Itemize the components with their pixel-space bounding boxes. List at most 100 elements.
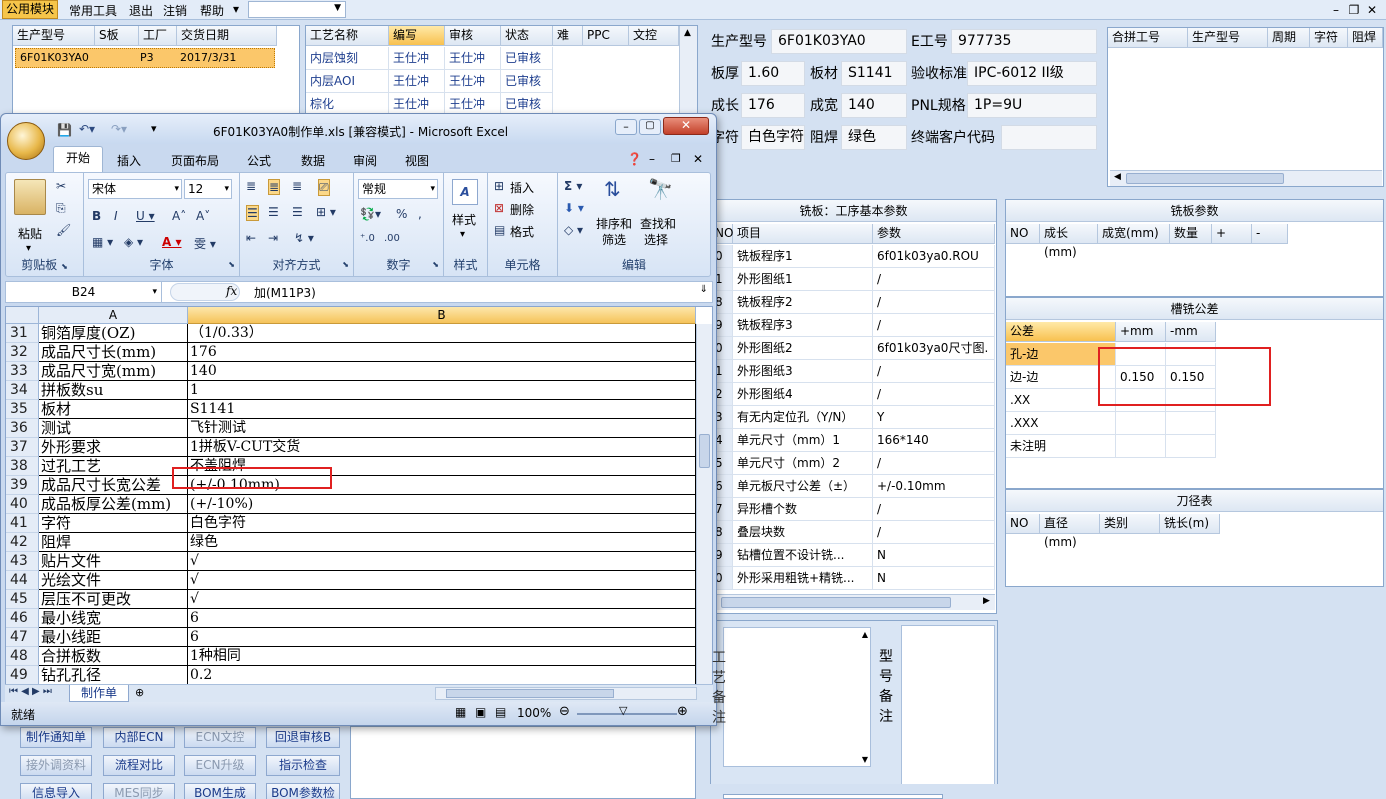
cell-b[interactable]: 白色字符 bbox=[188, 514, 696, 533]
tab-page-layout[interactable]: 页面布局 bbox=[171, 150, 219, 172]
number-format-select[interactable]: 常规 ▾ bbox=[358, 179, 438, 199]
grid-header[interactable]: NO bbox=[1006, 514, 1040, 534]
styles-icon[interactable]: A bbox=[452, 179, 478, 205]
row-header[interactable]: 36 bbox=[6, 419, 39, 438]
material-field[interactable]: S1141 bbox=[841, 61, 907, 86]
table-cell[interactable]: 已审核 bbox=[501, 70, 553, 93]
table-row[interactable]: 6F01K03YA0 P3 2017/3/31 bbox=[15, 48, 275, 68]
menu-combo-box[interactable]: ▼ bbox=[248, 1, 346, 18]
table-cell[interactable] bbox=[1116, 412, 1166, 435]
cell-a[interactable]: 板材 bbox=[39, 400, 188, 419]
table-cell[interactable]: 内层蚀刻 bbox=[306, 47, 389, 70]
table-cell[interactable]: / bbox=[873, 498, 995, 521]
tab-formulas[interactable]: 公式 bbox=[247, 150, 271, 172]
customize-icon[interactable]: ▾ bbox=[151, 122, 157, 135]
row-header[interactable]: 32 bbox=[6, 343, 39, 362]
orientation-icon[interactable]: ⎚ bbox=[318, 179, 330, 196]
paste-icon[interactable] bbox=[14, 179, 46, 215]
cell-a[interactable]: 最小线距 bbox=[39, 628, 188, 647]
grid-header[interactable]: 状态 bbox=[501, 26, 553, 46]
cell-b[interactable]: 1种相同 bbox=[188, 647, 696, 666]
table-cell[interactable]: 异形槽个数 bbox=[733, 498, 873, 521]
tab-data[interactable]: 数据 bbox=[301, 150, 325, 172]
grid-header[interactable]: 难 bbox=[553, 26, 583, 46]
row-header[interactable]: 34 bbox=[6, 381, 39, 400]
table-cell[interactable]: 6f01k03ya0.ROU bbox=[873, 245, 995, 268]
zoom-out-icon[interactable]: ⊖ bbox=[559, 704, 570, 719]
table-cell[interactable]: N bbox=[873, 544, 995, 567]
table-cell[interactable]: 内层AOI bbox=[306, 70, 389, 93]
flow-compare-button[interactable]: 流程对比 bbox=[103, 755, 175, 776]
width-field[interactable]: 140 bbox=[841, 93, 907, 118]
delete-button[interactable]: 删除 bbox=[510, 201, 534, 218]
grid-header[interactable]: 类别 bbox=[1100, 514, 1160, 534]
scrollbar[interactable]: ▲ bbox=[679, 26, 697, 119]
row-header[interactable]: 42 bbox=[6, 533, 39, 552]
sort-filter-icon[interactable]: ⇅ bbox=[604, 177, 621, 201]
grid-header[interactable]: 生产型号 bbox=[1188, 28, 1268, 48]
model-note-input[interactable] bbox=[901, 625, 995, 785]
paste-button[interactable]: 粘贴 bbox=[18, 225, 42, 242]
chevron-up-icon[interactable]: ▲ bbox=[684, 28, 691, 38]
table-cell[interactable]: 王仕冲 bbox=[445, 47, 501, 70]
sheet-nav-icons[interactable]: ⏮ ◀ ▶ ⏭ bbox=[9, 686, 52, 697]
cell-a[interactable]: 合拼板数 bbox=[39, 647, 188, 666]
cell-b[interactable]: 140 bbox=[188, 362, 696, 381]
merge-center-icon[interactable]: ⊞ ▾ bbox=[316, 205, 336, 219]
formula-input[interactable]: 加(M11P3) bbox=[254, 284, 316, 301]
align-middle-icon[interactable]: ≣ bbox=[268, 179, 281, 195]
grid-header[interactable]: 审核 bbox=[445, 26, 501, 46]
help-dropdown-icon[interactable]: ▾ bbox=[230, 2, 242, 16]
cell-a[interactable]: 光绘文件 bbox=[39, 571, 188, 590]
sheet-tab[interactable]: 制作单 bbox=[69, 685, 129, 702]
row-header[interactable]: 39 bbox=[6, 476, 39, 495]
cell-a[interactable]: 成品尺寸长宽公差 bbox=[39, 476, 188, 495]
decrease-indent-icon[interactable]: ⇤ bbox=[246, 231, 256, 245]
pnl-field[interactable]: 1P=9U bbox=[967, 93, 1097, 118]
ecn-upgrade-button[interactable]: ECN升级 bbox=[184, 755, 256, 776]
internal-ecn-button[interactable]: 内部ECN bbox=[103, 727, 175, 748]
info-import-button[interactable]: 信息导入 bbox=[20, 783, 92, 799]
grid-header[interactable]: -mm bbox=[1166, 322, 1216, 342]
grid-header[interactable]: 项目 bbox=[733, 224, 873, 244]
table-cell[interactable]: 单元尺寸（mm）1 bbox=[733, 429, 873, 452]
bom-param-check-button[interactable]: BOM参数检查 bbox=[266, 783, 340, 799]
close-icon[interactable]: ✕ bbox=[663, 117, 709, 135]
table-cell[interactable]: / bbox=[873, 521, 995, 544]
font-name-select[interactable]: 宋体 ▾ bbox=[88, 179, 182, 199]
row-header[interactable]: 45 bbox=[6, 590, 39, 609]
length-field[interactable]: 176 bbox=[741, 93, 805, 118]
table-cell[interactable]: / bbox=[873, 268, 995, 291]
row-header[interactable]: 37 bbox=[6, 438, 39, 457]
row-header[interactable]: 41 bbox=[6, 514, 39, 533]
menu-public-module[interactable]: 公用模块 bbox=[2, 0, 59, 19]
vertical-scrollbar[interactable] bbox=[696, 324, 712, 686]
rollback-review-button[interactable]: 回退审核B bbox=[266, 727, 340, 748]
horizontal-scrollbar[interactable]: ◀ bbox=[1110, 170, 1382, 186]
cut-icon[interactable]: ✂ bbox=[56, 179, 66, 193]
dialog-launcher-icon[interactable]: ⬊ bbox=[342, 256, 349, 274]
minimize-icon[interactable]: – bbox=[615, 119, 637, 135]
redo-icon[interactable]: ↷▾ bbox=[111, 122, 127, 136]
table-cell[interactable]: 已审核 bbox=[501, 47, 553, 70]
increase-decimal-icon[interactable]: ⁺.0 bbox=[360, 233, 375, 244]
row-header[interactable]: 38 bbox=[6, 457, 39, 476]
table-cell[interactable]: 铣板程序1 bbox=[733, 245, 873, 268]
chevron-right-icon[interactable]: ▶ bbox=[983, 596, 990, 606]
save-icon[interactable]: 💾 bbox=[57, 123, 72, 137]
view-normal-icon[interactable]: ▦ bbox=[455, 705, 466, 719]
styles-dropdown-icon[interactable]: ▾ bbox=[460, 229, 465, 240]
maximize-icon[interactable]: ▢ bbox=[639, 119, 661, 135]
table-cell[interactable]: 外形图纸2 bbox=[733, 337, 873, 360]
cell-a[interactable]: 贴片文件 bbox=[39, 552, 188, 571]
office-button-icon[interactable] bbox=[7, 122, 45, 160]
table-cell[interactable]: 王仕冲 bbox=[389, 70, 445, 93]
font-size-select[interactable]: 12 ▾ bbox=[184, 179, 232, 199]
tab-review[interactable]: 审阅 bbox=[353, 150, 377, 172]
cell-b[interactable]: √ bbox=[188, 590, 696, 609]
table-cell[interactable]: / bbox=[873, 452, 995, 475]
sum-icon[interactable]: Σ ▾ bbox=[564, 179, 582, 193]
zoom-slider-thumb[interactable]: ▽ bbox=[619, 704, 627, 717]
align-center-icon[interactable]: ☰ bbox=[268, 205, 279, 219]
fx-icon[interactable]: fx bbox=[226, 284, 237, 298]
